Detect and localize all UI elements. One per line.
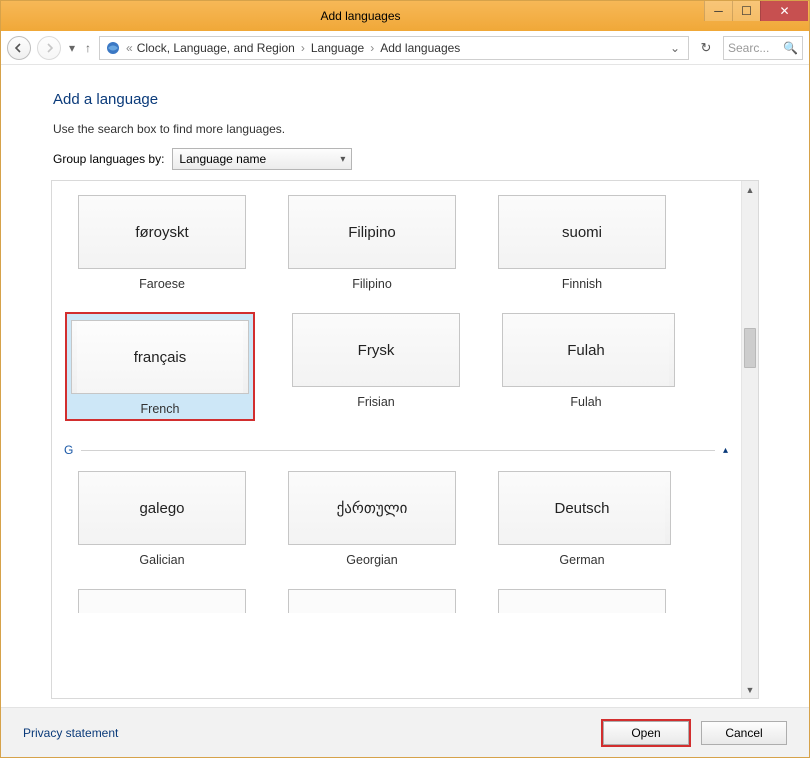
language-item-filipino[interactable]: Filipino Filipino (284, 195, 460, 291)
footer: Privacy statement Open Cancel (1, 707, 809, 757)
region-icon (104, 39, 122, 57)
breadcrumb-dropdown-icon[interactable]: ⌄ (670, 41, 684, 55)
scroll-up-icon[interactable]: ▲ (742, 181, 758, 198)
search-placeholder: Searc... (728, 41, 769, 55)
breadcrumb-item[interactable]: Add languages (380, 41, 460, 55)
back-button[interactable] (7, 36, 31, 60)
language-tile: suomi (498, 195, 666, 269)
content-area: Add a language Use the search box to fin… (1, 65, 809, 707)
collapse-icon: ▴ (723, 445, 728, 456)
forward-button[interactable] (37, 36, 61, 60)
language-tile (498, 589, 666, 613)
language-list-viewport: føroyskt Faroese Filipino Filipino suomi… (52, 181, 740, 698)
refresh-button[interactable]: ↻ (695, 36, 717, 60)
language-tile: Deutsch (498, 471, 666, 545)
language-tile: Fulah (502, 313, 670, 387)
minimize-button[interactable]: ─ (704, 1, 732, 21)
language-tile: français (76, 320, 244, 394)
search-icon: 🔍 (783, 41, 798, 55)
breadcrumb-item[interactable]: Language (311, 41, 364, 55)
language-item-finnish[interactable]: suomi Finnish (494, 195, 670, 291)
language-label: Fulah (570, 395, 601, 409)
language-item-german[interactable]: Deutsch German (494, 471, 670, 567)
language-tile: Filipino (288, 195, 456, 269)
language-row: français French Frysk Frisian Fulah Fula… (74, 313, 728, 421)
language-row: galego Galician ქართული Georgian Deutsch… (74, 471, 728, 567)
close-button[interactable]: ✕ (760, 1, 808, 21)
language-item-georgian[interactable]: ქართული Georgian (284, 471, 460, 567)
open-button-label: Open (631, 726, 660, 740)
chevron-down-icon: ▾ (340, 154, 345, 165)
group-by-select[interactable]: Language name ▾ (172, 148, 352, 170)
cancel-button-label: Cancel (725, 726, 762, 740)
language-tile: galego (78, 471, 246, 545)
scrollbar-track[interactable] (742, 198, 758, 681)
breadcrumb-leading: « (126, 41, 133, 55)
window-title: Add languages (17, 9, 704, 23)
group-by-row: Group languages by: Language name ▾ (53, 148, 759, 170)
language-item-french[interactable]: français French (66, 313, 254, 421)
language-list: føroyskt Faroese Filipino Filipino suomi… (51, 180, 759, 699)
language-item-fulah[interactable]: Fulah Fulah (498, 313, 674, 421)
maximize-button[interactable]: ☐ (732, 1, 760, 21)
language-label: Georgian (346, 553, 397, 567)
add-languages-window: Add languages ─ ☐ ✕ ▾ ↑ « Clock, Languag… (0, 0, 810, 758)
cancel-button[interactable]: Cancel (701, 721, 787, 745)
language-item-partial[interactable] (494, 589, 670, 613)
window-controls: ─ ☐ ✕ (704, 1, 808, 21)
language-label: French (141, 402, 180, 416)
search-input[interactable]: Searc... 🔍 (723, 36, 803, 60)
language-tile: Frysk (292, 313, 460, 387)
language-label: Galician (139, 553, 184, 567)
group-by-label: Group languages by: (53, 152, 164, 166)
language-item-galician[interactable]: galego Galician (74, 471, 250, 567)
language-tile: føroyskt (78, 195, 246, 269)
scroll-down-icon[interactable]: ▼ (742, 681, 758, 698)
chevron-right-icon: › (368, 41, 376, 55)
language-item-partial[interactable] (74, 589, 250, 613)
language-item-faroese[interactable]: føroyskt Faroese (74, 195, 250, 291)
language-tile: ქართული (288, 471, 456, 545)
language-item-partial[interactable] (284, 589, 460, 613)
up-button[interactable]: ↑ (83, 41, 93, 55)
open-button[interactable]: Open (603, 721, 689, 745)
page-title: Add a language (53, 91, 759, 108)
language-label: Filipino (352, 277, 392, 291)
language-label: German (559, 553, 604, 567)
chevron-right-icon: › (299, 41, 307, 55)
scrollbar[interactable]: ▲ ▼ (741, 181, 758, 698)
language-tile (288, 589, 456, 613)
language-item-frisian[interactable]: Frysk Frisian (288, 313, 464, 421)
help-text: Use the search box to find more language… (53, 122, 759, 136)
language-tile (78, 589, 246, 613)
group-by-value: Language name (179, 152, 266, 166)
recent-dropdown-icon[interactable]: ▾ (67, 41, 77, 55)
scrollbar-thumb[interactable] (744, 328, 756, 368)
language-label: Faroese (139, 277, 185, 291)
section-header-g[interactable]: G ▴ (64, 443, 728, 457)
breadcrumb-item[interactable]: Clock, Language, and Region (137, 41, 295, 55)
language-row-partial (74, 589, 728, 613)
section-divider (81, 450, 715, 451)
language-label: Finnish (562, 277, 602, 291)
language-row: føroyskt Faroese Filipino Filipino suomi… (74, 195, 728, 291)
section-letter: G (64, 443, 73, 457)
nav-toolbar: ▾ ↑ « Clock, Language, and Region › Lang… (1, 31, 809, 65)
privacy-link[interactable]: Privacy statement (23, 726, 118, 740)
breadcrumb[interactable]: « Clock, Language, and Region › Language… (99, 36, 689, 60)
titlebar: Add languages ─ ☐ ✕ (1, 1, 809, 31)
language-label: Frisian (357, 395, 395, 409)
